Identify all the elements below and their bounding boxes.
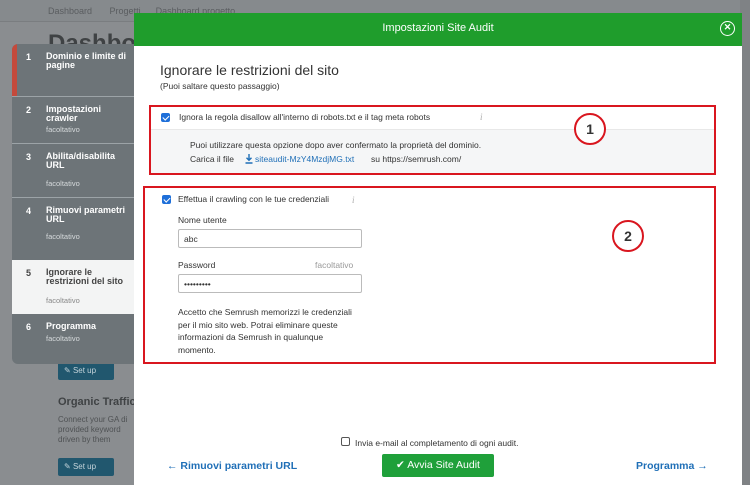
next-step-link[interactable]: Programma → (636, 460, 708, 472)
username-input[interactable]: abc (178, 229, 362, 248)
callout-number-2: 2 (612, 220, 644, 252)
run-site-audit-label: Avvia Site Audit (407, 459, 480, 471)
ignore-robots-help-text: Puoi utilizzare questa opzione dopo aver… (190, 140, 482, 150)
wizard-steps-panel: 1 Dominio e limite di pagine 2 Impostazi… (12, 44, 134, 364)
modal-title: Impostazioni Site Audit (382, 22, 494, 34)
step-number: 3 (26, 152, 32, 162)
password-optional-label: facoltativo (315, 260, 354, 270)
step-number: 4 (26, 206, 32, 216)
step-5-active[interactable]: 5 Ignorare le restrizioni del sito facol… (12, 260, 134, 314)
email-notify-label: Invia e-mail al completamento di ogni au… (355, 438, 519, 448)
step-subtitle: facoltativo (46, 296, 80, 305)
step-subtitle: facoltativo (46, 334, 80, 343)
credentials-disclaimer: Accetto che Semrush memorizzi le credenz… (178, 307, 352, 355)
step-subtitle: facoltativo (46, 232, 80, 241)
username-value: abc (184, 234, 198, 244)
section-title: Ignorare le restrizioni del sito (160, 62, 339, 78)
step-title: Impostazioni crawler (46, 104, 102, 123)
credentials-label: Effettua il crawling con le tue credenzi… (178, 194, 330, 204)
info-icon[interactable]: i (480, 112, 483, 122)
verification-file-link[interactable]: siteaudit-MzY4MzdjMG.txt (255, 154, 354, 164)
step-number: 1 (26, 52, 32, 62)
background-card-title: Organic Traffic (58, 396, 136, 408)
option-ignore-robots-header: Ignora la regola disallow all'interno di… (151, 107, 714, 130)
step-1[interactable]: 1 Dominio e limite di pagine (12, 44, 134, 96)
setup-label: Set up (72, 366, 97, 375)
run-site-audit-button[interactable]: ✔ Avvia Site Audit (382, 454, 494, 477)
help-prefix: Carica il file (190, 154, 234, 164)
password-value: ••••••••• (184, 279, 211, 289)
email-notify-checkbox[interactable] (341, 437, 350, 446)
next-step-label: Programma (636, 460, 695, 472)
setup-label: Set up (72, 462, 97, 471)
step-3[interactable]: 3 Abilita/disabilita URL facoltativo (12, 144, 134, 197)
step-title: Ignorare le restrizioni del sito (46, 267, 124, 286)
step-number: 5 (26, 268, 32, 278)
arrow-right-icon: → (697, 460, 708, 472)
option-credentials-box: Effettua il crawling con le tue credenzi… (143, 186, 716, 364)
step-6[interactable]: 6 Programma facoltativo (12, 314, 134, 364)
step-number: 2 (26, 105, 32, 115)
credentials-checkbox[interactable] (162, 195, 171, 204)
username-label: Nome utente (178, 215, 227, 225)
background-setup-button: ✎ Set up (58, 458, 114, 476)
step-title: Dominio e limite di pagine (46, 51, 127, 70)
step-indicator (12, 44, 17, 96)
step-subtitle: facoltativo (46, 179, 80, 188)
step-title: Programma (46, 321, 97, 331)
info-icon[interactable]: i (352, 195, 355, 205)
step-number: 6 (26, 322, 32, 332)
section-subtitle: (Puoi saltare questo passaggio) (160, 81, 280, 91)
ignore-robots-checkbox[interactable] (161, 113, 170, 122)
password-label: Password (178, 260, 216, 270)
background-setup-button: ✎ Set up (58, 362, 114, 380)
download-icon[interactable] (245, 154, 253, 164)
arrow-left-icon: ← (167, 460, 178, 472)
callout-number-1: 1 (574, 113, 606, 145)
breadcrumb-item: Dashboard (48, 6, 93, 16)
prev-step-label: Rimuovi parametri URL (180, 460, 298, 472)
check-icon: ✔ (396, 459, 405, 471)
step-subtitle: facoltativo (46, 125, 80, 134)
password-input[interactable]: ••••••••• (178, 274, 362, 293)
step-4[interactable]: 4 Rimuovi parametri URL facoltativo (12, 198, 134, 251)
step-2[interactable]: 2 Impostazioni crawler facoltativo (12, 97, 134, 143)
close-icon[interactable]: ✕ (720, 21, 735, 36)
tool-icon: ✎ (64, 366, 71, 375)
prev-step-link[interactable]: ← Rimuovi parametri URL (167, 460, 297, 472)
help-suffix: su https://semrush.com/ (371, 154, 462, 164)
site-audit-settings-modal: Impostazioni Site Audit ✕ Ignorare le re… (134, 13, 742, 485)
modal-header: Impostazioni Site Audit ✕ (134, 13, 742, 46)
option-ignore-robots-box: Ignora la regola disallow all'interno di… (149, 105, 716, 175)
step-title: Abilita/disabilita URL (46, 151, 116, 170)
step-title: Rimuovi parametri URL (46, 205, 126, 224)
background-card-text: Connect your GA di provided keyword driv… (58, 415, 128, 444)
tool-icon: ✎ (64, 462, 71, 471)
ignore-robots-help-line: Carica il file (190, 154, 234, 164)
ignore-robots-label: Ignora la regola disallow all'interno di… (179, 112, 431, 122)
